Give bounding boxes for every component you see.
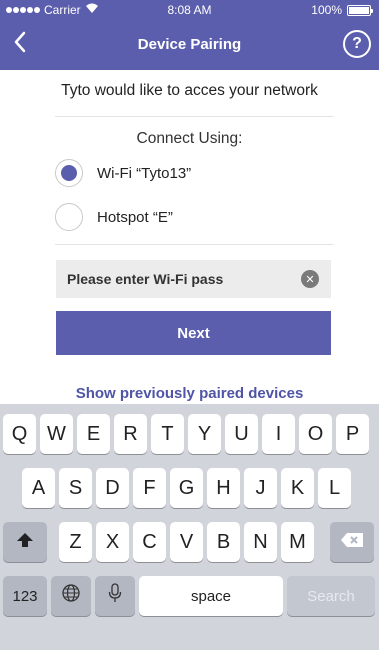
nav-bar: Device Pairing ? bbox=[0, 20, 379, 70]
microphone-key[interactable] bbox=[95, 576, 135, 616]
connect-using-label: Connect Using: bbox=[136, 130, 243, 147]
page-title: Device Pairing bbox=[137, 36, 242, 53]
delete-key[interactable] bbox=[330, 522, 374, 562]
wifi-password-value: Please enter Wi-Fi pass bbox=[67, 271, 224, 287]
key-d[interactable]: D bbox=[96, 468, 129, 508]
wifi-option-label: Wi-Fi “Tyto13” bbox=[97, 164, 192, 182]
pairing-content: Tyto would like to acces your network Co… bbox=[0, 70, 379, 410]
wifi-radio[interactable] bbox=[55, 159, 83, 187]
key-o[interactable]: O bbox=[299, 414, 332, 454]
key-i[interactable]: I bbox=[262, 414, 295, 454]
clear-circle-icon[interactable]: ✕ bbox=[301, 270, 319, 288]
hotspot-option[interactable]: Hotspot “E” bbox=[55, 203, 173, 231]
key-p[interactable]: P bbox=[336, 414, 369, 454]
key-m[interactable]: M bbox=[281, 522, 314, 562]
key-s[interactable]: S bbox=[59, 468, 92, 508]
network-access-message: Tyto would like to acces your network bbox=[61, 82, 318, 99]
globe-key[interactable] bbox=[51, 576, 91, 616]
key-f[interactable]: F bbox=[133, 468, 166, 508]
wifi-option[interactable]: Wi-Fi “Tyto13” bbox=[55, 159, 191, 187]
space-key[interactable]: space bbox=[139, 576, 283, 616]
key-l[interactable]: L bbox=[318, 468, 351, 508]
show-paired-devices-link[interactable]: Show previously paired devices bbox=[0, 385, 379, 402]
delete-icon bbox=[340, 531, 364, 554]
search-key[interactable]: Search bbox=[287, 576, 375, 616]
shift-icon bbox=[16, 531, 34, 554]
help-button[interactable]: ? bbox=[343, 30, 371, 58]
key-u[interactable]: U bbox=[225, 414, 258, 454]
key-k[interactable]: K bbox=[281, 468, 314, 508]
key-n[interactable]: N bbox=[244, 522, 277, 562]
shift-key[interactable] bbox=[3, 522, 47, 562]
keyboard: Q W E R T Y U I O P A S D F G H J K L Z … bbox=[0, 404, 379, 650]
top-bar: Carrier 8:08 AM 100% Device Pairing ? bbox=[0, 0, 379, 70]
hotspot-option-label: Hotspot “E” bbox=[97, 208, 173, 226]
hotspot-radio[interactable] bbox=[55, 203, 83, 231]
battery-percent: 100% bbox=[311, 3, 342, 17]
key-b[interactable]: B bbox=[207, 522, 240, 562]
key-e[interactable]: E bbox=[77, 414, 110, 454]
key-t[interactable]: T bbox=[151, 414, 184, 454]
globe-icon bbox=[61, 583, 81, 609]
numbers-key[interactable]: 123 bbox=[3, 576, 47, 616]
key-v[interactable]: V bbox=[170, 522, 203, 562]
status-bar: Carrier 8:08 AM 100% bbox=[0, 0, 379, 20]
key-c[interactable]: C bbox=[133, 522, 166, 562]
wifi-password-input[interactable]: Please enter Wi-Fi pass ✕ bbox=[56, 260, 331, 298]
divider bbox=[55, 116, 333, 117]
microphone-icon bbox=[108, 583, 122, 609]
key-x[interactable]: X bbox=[96, 522, 129, 562]
key-h[interactable]: H bbox=[207, 468, 240, 508]
key-a[interactable]: A bbox=[22, 468, 55, 508]
key-z[interactable]: Z bbox=[59, 522, 92, 562]
key-j[interactable]: J bbox=[244, 468, 277, 508]
key-r[interactable]: R bbox=[114, 414, 147, 454]
key-q[interactable]: Q bbox=[3, 414, 36, 454]
key-g[interactable]: G bbox=[170, 468, 203, 508]
battery-icon bbox=[347, 4, 373, 16]
next-button[interactable]: Next bbox=[56, 311, 331, 355]
key-y[interactable]: Y bbox=[188, 414, 221, 454]
key-w[interactable]: W bbox=[40, 414, 73, 454]
divider bbox=[55, 244, 333, 245]
